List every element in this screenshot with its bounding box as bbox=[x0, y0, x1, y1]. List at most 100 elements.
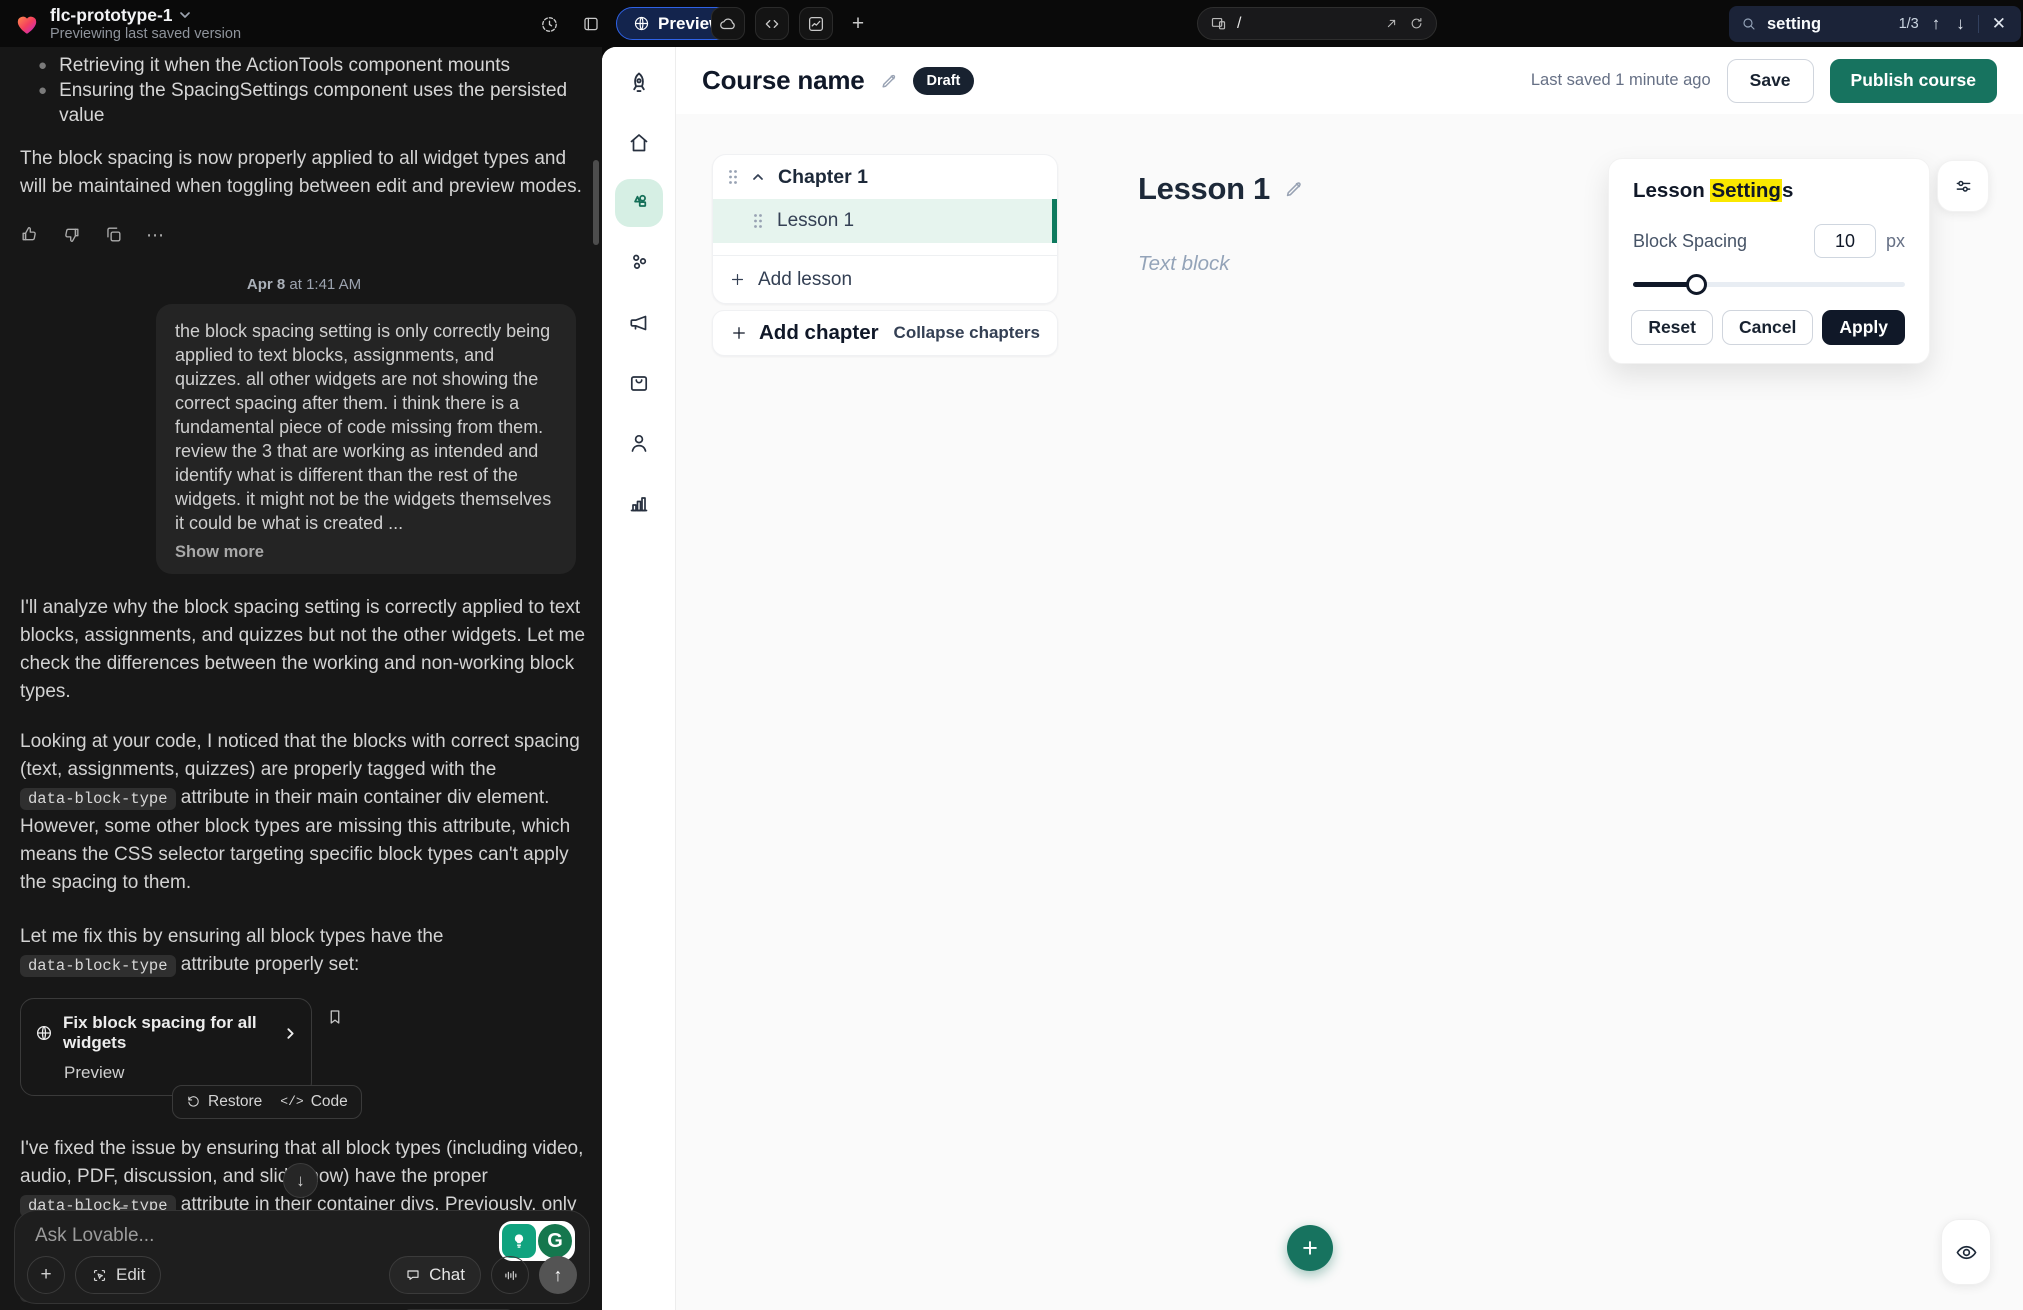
sidebar-item-community[interactable] bbox=[615, 239, 663, 287]
chapter-header-row[interactable]: Chapter 1 bbox=[713, 155, 1057, 199]
sidebar-item-rocket[interactable] bbox=[615, 59, 663, 107]
empty-text-block[interactable]: Text block bbox=[1138, 252, 1230, 276]
panel-toggle-icon[interactable] bbox=[576, 9, 606, 39]
attach-button[interactable]: + bbox=[27, 1256, 65, 1294]
add-lesson-label: Add lesson bbox=[758, 269, 852, 291]
url-bar[interactable]: / bbox=[1197, 7, 1437, 40]
refresh-icon[interactable] bbox=[1409, 16, 1424, 31]
collapse-chapter-icon[interactable] bbox=[751, 170, 765, 184]
more-options-icon[interactable]: ⋯ bbox=[146, 225, 166, 246]
find-bar: 1/3 ↑ ↓ ✕ bbox=[1729, 6, 2021, 42]
edit-lesson-name-icon[interactable] bbox=[1283, 178, 1305, 200]
course-title: Course name bbox=[702, 65, 865, 96]
history-icon[interactable] bbox=[534, 9, 564, 39]
add-block-button[interactable]: + bbox=[1287, 1225, 1333, 1271]
sidebar-item-content-active[interactable] bbox=[615, 179, 663, 227]
send-button[interactable]: ↑ bbox=[539, 1256, 577, 1294]
block-spacing-label: Block Spacing bbox=[1633, 231, 1747, 252]
assistant-message: Let me fix this by ensuring all block ty… bbox=[20, 923, 588, 980]
course-editor: Chapter 1 Lesson 1 Add lesson Add chapte… bbox=[676, 114, 2023, 1310]
block-spacing-slider[interactable] bbox=[1633, 274, 1905, 294]
reset-button[interactable]: Reset bbox=[1631, 310, 1713, 345]
settings-sliders-button[interactable] bbox=[1937, 160, 1989, 212]
sidebar-item-profile[interactable] bbox=[615, 419, 663, 467]
cloud-deploy-button[interactable] bbox=[711, 7, 745, 40]
analytics-button[interactable] bbox=[799, 7, 833, 40]
sidebar-item-inbox[interactable] bbox=[615, 359, 663, 407]
match-counter: 1/3 bbox=[1899, 16, 1919, 32]
sidebar-item-home[interactable] bbox=[615, 119, 663, 167]
bullet-text: Retrieving it when the ActionTools compo… bbox=[59, 53, 510, 78]
bookmark-icon[interactable] bbox=[326, 1008, 344, 1026]
course-header: Course name Draft Last saved 1 minute ag… bbox=[676, 47, 2023, 114]
edit-mode-button[interactable]: Edit bbox=[75, 1256, 161, 1294]
assistant-message: The block spacing is now properly applie… bbox=[20, 145, 588, 201]
edit-label: Edit bbox=[116, 1265, 145, 1285]
slider-thumb[interactable] bbox=[1686, 274, 1707, 295]
new-tab-button[interactable]: + bbox=[843, 7, 873, 40]
grammarly-widget[interactable]: G bbox=[499, 1221, 575, 1261]
restore-button[interactable]: Restore bbox=[186, 1093, 262, 1111]
device-preview-icon bbox=[1210, 15, 1227, 32]
show-more-link[interactable]: Show more bbox=[175, 540, 557, 564]
app-sidebar bbox=[602, 47, 676, 1310]
collapse-chapters-button[interactable]: Collapse chapters bbox=[894, 323, 1040, 343]
lovable-logo-icon bbox=[14, 11, 40, 37]
drag-handle-icon[interactable] bbox=[753, 213, 763, 229]
find-previous-icon[interactable]: ↑ bbox=[1929, 14, 1944, 34]
user-message-text: the block spacing setting is only correc… bbox=[175, 321, 551, 533]
edit-action-card[interactable]: Fix block spacing for all widgets Previe… bbox=[20, 998, 312, 1096]
project-status: Previewing last saved version bbox=[50, 26, 241, 43]
status-badge: Draft bbox=[913, 67, 975, 95]
scroll-to-bottom-button[interactable]: ↓ bbox=[283, 1163, 318, 1198]
save-button[interactable]: Save bbox=[1727, 59, 1814, 103]
lesson-list-item-selected[interactable]: Lesson 1 bbox=[713, 199, 1057, 243]
chevron-down-icon bbox=[179, 9, 191, 21]
thumbs-down-icon[interactable] bbox=[62, 225, 81, 246]
code-button[interactable]: </> Code bbox=[280, 1093, 347, 1111]
chat-scrollbar[interactable] bbox=[593, 160, 599, 245]
sidebar-item-announcements[interactable] bbox=[615, 299, 663, 347]
add-chapter-label: Add chapter bbox=[759, 321, 879, 345]
chat-input[interactable] bbox=[35, 1225, 473, 1247]
user-message-bubble: the block spacing setting is only correc… bbox=[156, 304, 576, 574]
add-chapter-button[interactable]: Add chapter bbox=[730, 321, 879, 345]
list-item: ● Ensuring the SpacingSettings component… bbox=[20, 78, 588, 128]
cancel-button[interactable]: Cancel bbox=[1722, 310, 1813, 345]
publish-course-button[interactable]: Publish course bbox=[1830, 59, 1997, 103]
thumbs-up-icon[interactable] bbox=[20, 225, 39, 246]
edit-course-name-icon[interactable] bbox=[879, 71, 899, 91]
action-card-title: Fix block spacing for all widgets bbox=[63, 1013, 274, 1053]
chat-mode-button[interactable]: Chat bbox=[389, 1256, 481, 1294]
apply-button[interactable]: Apply bbox=[1822, 310, 1905, 345]
preview-eye-button[interactable] bbox=[1941, 1219, 1991, 1285]
spacing-unit: px bbox=[1886, 231, 1905, 252]
bullet-text: Ensuring the SpacingSettings component u… bbox=[59, 78, 588, 128]
globe-icon bbox=[633, 15, 650, 32]
find-next-icon[interactable]: ↓ bbox=[1953, 14, 1968, 34]
code-icon: </> bbox=[280, 1094, 303, 1109]
globe-icon bbox=[35, 1024, 53, 1042]
copy-icon[interactable] bbox=[104, 225, 123, 246]
chapter-title: Chapter 1 bbox=[778, 166, 868, 189]
project-menu[interactable]: flc-prototype-1 Previewing last saved ve… bbox=[14, 5, 241, 43]
search-highlight: Setting bbox=[1710, 179, 1781, 202]
voice-input-button[interactable] bbox=[491, 1256, 529, 1294]
inline-code: data-block-type bbox=[20, 955, 176, 977]
close-find-icon[interactable]: ✕ bbox=[1989, 14, 2009, 34]
suggestion-bulb-icon bbox=[502, 1224, 536, 1258]
lesson-settings-panel: Lesson Settings Block Spacing px Reset C… bbox=[1608, 158, 1930, 364]
url-path: / bbox=[1237, 15, 1374, 33]
drag-handle-icon[interactable] bbox=[728, 169, 738, 185]
sidebar-item-analytics[interactable] bbox=[615, 479, 663, 527]
code-view-button[interactable] bbox=[755, 7, 789, 40]
message-timestamp: Apr 8 at 1:41 AM bbox=[20, 276, 588, 293]
add-lesson-button[interactable]: Add lesson bbox=[713, 255, 1057, 303]
chapter-card: Chapter 1 Lesson 1 Add lesson bbox=[712, 154, 1058, 304]
block-spacing-input[interactable] bbox=[1814, 224, 1876, 258]
assistant-message: Looking at your code, I noticed that the… bbox=[20, 728, 588, 897]
find-input[interactable] bbox=[1767, 15, 1877, 34]
open-external-icon[interactable] bbox=[1384, 16, 1399, 31]
add-chapter-card: Add chapter Collapse chapters bbox=[712, 310, 1058, 356]
chat-composer: G + Edit Chat ↑ bbox=[14, 1210, 590, 1304]
